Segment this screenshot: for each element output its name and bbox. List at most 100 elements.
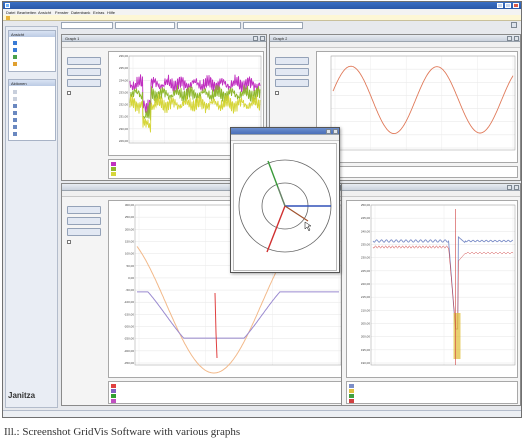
- graph2-zoom-all-button[interactable]: [275, 79, 309, 87]
- legend-entry[interactable]: [349, 384, 515, 388]
- legend-entry[interactable]: [349, 394, 515, 398]
- graph4-plot[interactable]: 250,00 245,00 240,00 235,00 230,00 225,00 220,…: [346, 200, 518, 378]
- graph4-close-button[interactable]: [514, 185, 519, 190]
- graph3-measure-button[interactable]: [67, 217, 101, 225]
- graph1-checkbox[interactable]: [67, 91, 71, 95]
- mouse-cursor-icon: [304, 221, 312, 232]
- legend-entry[interactable]: [111, 394, 341, 398]
- y-tick-label: 0,00: [128, 276, 134, 280]
- phasor-icon: [13, 117, 17, 122]
- graph4-restore-button[interactable]: [507, 185, 512, 190]
- graph2-checkbox[interactable]: [275, 91, 279, 95]
- graph1-restore-button[interactable]: [253, 36, 258, 41]
- close-button[interactable]: [513, 3, 519, 8]
- action-item-3[interactable]: [13, 110, 19, 115]
- y-tick-label: 250,00: [125, 215, 135, 219]
- graph2-measure-button[interactable]: [275, 68, 309, 76]
- y-tick-label: 229,00: [119, 139, 129, 143]
- action-icon: [13, 89, 17, 94]
- y-tick-label: -150,00: [124, 312, 135, 316]
- sidebar-section-view-title: Ansicht: [11, 32, 25, 37]
- y-tick-label: 215,00: [361, 295, 371, 299]
- plot-frame: [370, 204, 516, 366]
- graph2-chart: [330, 55, 516, 151]
- graph3-zoom-all-button[interactable]: [67, 228, 101, 236]
- action-item-2[interactable]: [13, 103, 19, 108]
- graph2-restore-button[interactable]: [507, 36, 512, 41]
- graph1-zoom-all-button[interactable]: [67, 79, 101, 87]
- phasor-vector-gray: [277, 186, 286, 207]
- graph3-checkbox[interactable]: [67, 240, 71, 244]
- graph1-measure-button[interactable]: [67, 68, 101, 76]
- action-item-1[interactable]: [13, 96, 19, 101]
- legend-entry[interactable]: [111, 384, 341, 388]
- graph1-menubar: [62, 42, 266, 48]
- event-icon: [13, 124, 17, 129]
- event-icon: [13, 131, 17, 136]
- action-item-0[interactable]: [13, 89, 19, 94]
- graph1-titlebar: Graph 1: [62, 35, 266, 42]
- y-tick-label: -250,00: [124, 337, 135, 341]
- minimize-button[interactable]: [497, 3, 503, 8]
- y-tick-label: 210,00: [361, 308, 371, 312]
- graph4-window: 250,00 245,00 240,00 235,00 230,00 225,00 220,…: [341, 183, 521, 406]
- legend-swatch: [111, 394, 116, 398]
- janitza-logo: Janitza: [8, 391, 36, 400]
- action-item-4[interactable]: [13, 117, 19, 122]
- graph2-title: Graph 2: [273, 36, 288, 41]
- legend-entry[interactable]: [349, 389, 515, 393]
- phasor-canvas[interactable]: [233, 143, 337, 271]
- tab-graph-new[interactable]: [61, 22, 113, 29]
- legend-entry[interactable]: [111, 389, 341, 393]
- phasor-close-button[interactable]: [333, 129, 338, 134]
- y-tick-label: -350,00: [124, 361, 135, 365]
- y-tick-label: -50,00: [125, 288, 134, 292]
- graph1-close-button[interactable]: [260, 36, 265, 41]
- graph1-zoom-button[interactable]: [67, 57, 101, 65]
- graph3-marker-line: [214, 292, 218, 359]
- graph-icon: [13, 110, 17, 115]
- graph4-event-bar: [453, 313, 461, 359]
- y-tick-label: 300,00: [125, 203, 135, 207]
- y-tick-label: 205,00: [361, 322, 371, 326]
- sidebar-item-1[interactable]: [13, 47, 19, 52]
- legend-entry[interactable]: [111, 399, 341, 403]
- sidebar-item-3[interactable]: [13, 61, 19, 66]
- graph2-titlebar: Graph 2: [270, 35, 520, 42]
- graph2-plot[interactable]: [316, 51, 518, 163]
- phasor-restore-button[interactable]: [326, 129, 331, 134]
- graph2-zoom-button[interactable]: [275, 57, 309, 65]
- graph4-chart: 250,00 245,00 240,00 235,00 230,00 225,00 220,…: [361, 203, 516, 366]
- y-tick-label: 245,00: [361, 216, 371, 220]
- legend-swatch: [349, 389, 354, 393]
- action-item-6[interactable]: [13, 131, 19, 136]
- graph2-menubar: [270, 42, 520, 48]
- phasor-menubar: [231, 135, 339, 141]
- toolbar: [61, 22, 521, 30]
- sidebar-item-2[interactable]: [13, 54, 19, 59]
- tab-phasor[interactable]: [177, 22, 241, 29]
- maximize-button[interactable]: [505, 3, 511, 8]
- phasor-vector-brown: [284, 205, 309, 222]
- toolbar-close-icon[interactable]: [511, 22, 517, 28]
- tab-events[interactable]: [243, 22, 303, 29]
- y-tick-label: -100,00: [124, 300, 135, 304]
- graph4-menubar: [342, 191, 520, 197]
- app-logo-icon: [5, 3, 10, 8]
- legend-entry[interactable]: [319, 169, 515, 173]
- graph2-series-line: [332, 65, 514, 135]
- y-tick-label: 236,00: [119, 54, 129, 58]
- sidebar-item-0[interactable]: [13, 40, 19, 45]
- legend-entry[interactable]: [349, 399, 515, 403]
- action-item-5[interactable]: [13, 124, 19, 129]
- y-tick-label: 230,00: [119, 127, 129, 131]
- phasor-diagram: [238, 159, 332, 253]
- graph2-legend: [316, 166, 518, 178]
- tab-graph-area[interactable]: [115, 22, 175, 29]
- sidebar-section-view-header: Ansicht: [9, 31, 55, 37]
- graph3-zoom-button[interactable]: [67, 206, 101, 214]
- y-tick-label: 100,00: [125, 252, 135, 256]
- legend-swatch: [111, 399, 116, 403]
- y-tick-label: 230,00: [361, 256, 371, 260]
- graph2-close-button[interactable]: [514, 36, 519, 41]
